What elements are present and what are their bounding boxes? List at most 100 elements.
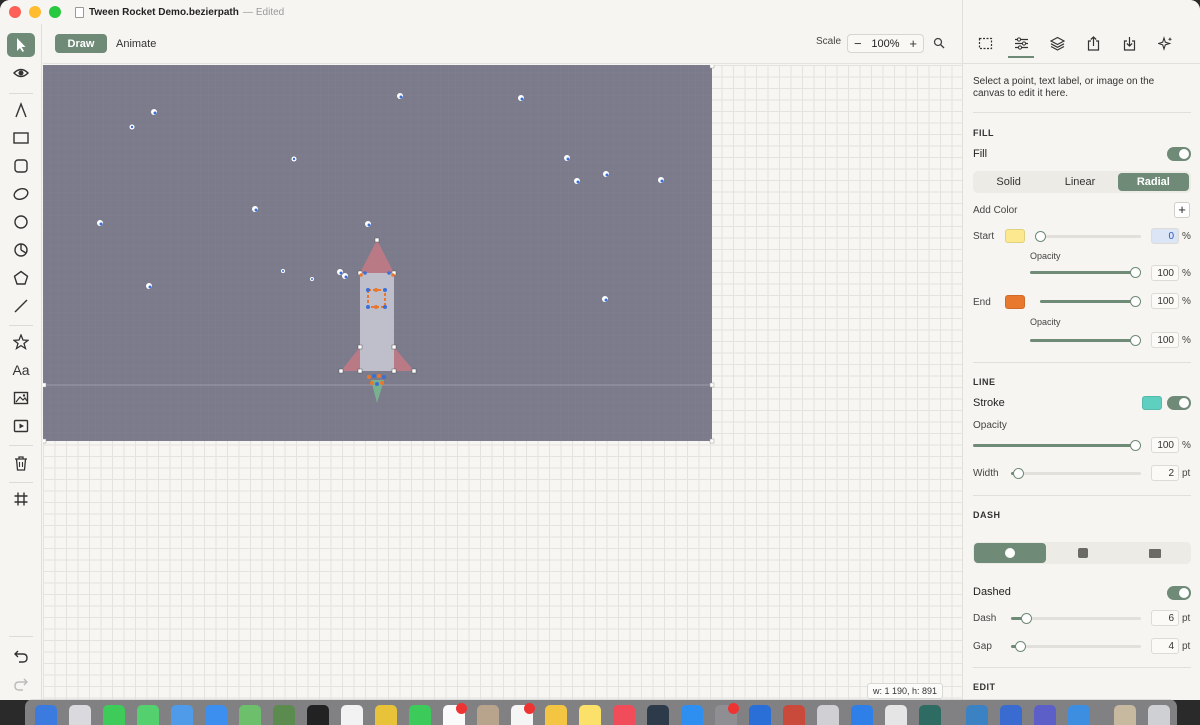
facetime-icon[interactable] bbox=[409, 705, 431, 725]
fill-type-radial[interactable]: Radial bbox=[1117, 173, 1189, 191]
photos-icon[interactable] bbox=[341, 705, 363, 725]
end-opacity-slider[interactable] bbox=[1030, 335, 1141, 346]
dash-length-field[interactable]: 6 bbox=[1151, 610, 1179, 626]
messages-icon[interactable] bbox=[137, 705, 159, 725]
robot-app-icon[interactable] bbox=[1000, 705, 1022, 725]
music-icon[interactable] bbox=[613, 705, 635, 725]
globe-app-icon[interactable] bbox=[273, 705, 295, 725]
stroke-color-swatch[interactable] bbox=[1142, 396, 1162, 410]
text-icon: Aa bbox=[12, 362, 30, 378]
pencil-app-icon[interactable] bbox=[375, 705, 397, 725]
docker-icon[interactable] bbox=[966, 705, 988, 725]
rectangle-tool[interactable] bbox=[7, 126, 35, 150]
teams-icon[interactable] bbox=[1034, 705, 1056, 725]
scale-value[interactable]: 100% bbox=[871, 38, 899, 50]
tab-share[interactable] bbox=[1081, 32, 1105, 54]
width-slider[interactable] bbox=[1011, 468, 1141, 479]
rounded-square-icon bbox=[14, 159, 28, 173]
ellipse-tool[interactable] bbox=[7, 182, 35, 206]
stickies-icon[interactable] bbox=[545, 705, 567, 725]
bezier-app-icon[interactable] bbox=[919, 705, 941, 725]
notes-icon[interactable] bbox=[579, 705, 601, 725]
gap-slider[interactable] bbox=[1011, 641, 1141, 652]
fill-type-solid[interactable]: Solid bbox=[973, 171, 1044, 193]
stroke-opacity-field[interactable]: 100 bbox=[1151, 437, 1179, 453]
gap-field[interactable]: 4 bbox=[1151, 638, 1179, 654]
mail-icon[interactable] bbox=[171, 705, 193, 725]
app-store-icon[interactable] bbox=[681, 705, 703, 725]
section-divider bbox=[973, 112, 1191, 113]
end-position-field[interactable]: 100 bbox=[1151, 293, 1179, 309]
downloads-stack-icon[interactable] bbox=[1114, 705, 1136, 725]
line-tool[interactable] bbox=[7, 294, 35, 318]
safari-icon[interactable] bbox=[205, 705, 227, 725]
add-color-button[interactable]: + bbox=[1174, 202, 1190, 218]
stroke-toggle[interactable] bbox=[1167, 396, 1191, 410]
stroke-opacity-slider[interactable] bbox=[973, 440, 1141, 451]
document-icon bbox=[75, 6, 84, 18]
whatsapp-icon[interactable] bbox=[103, 705, 125, 725]
draw-mode-button[interactable]: Draw bbox=[55, 34, 107, 53]
delete-tool[interactable] bbox=[7, 451, 35, 475]
pie-tool[interactable] bbox=[7, 238, 35, 262]
quicktime-icon[interactable] bbox=[851, 705, 873, 725]
grid-tool[interactable] bbox=[7, 487, 35, 511]
fill-type-linear[interactable]: Linear bbox=[1044, 171, 1115, 193]
cap-square-option[interactable] bbox=[1047, 542, 1119, 564]
trash-icon[interactable] bbox=[1148, 705, 1170, 725]
width-field[interactable]: 2 bbox=[1151, 465, 1179, 481]
preview-tool[interactable] bbox=[7, 61, 35, 85]
animate-mode-button[interactable]: Animate bbox=[116, 34, 156, 53]
zoom-out-button[interactable]: − bbox=[854, 36, 862, 51]
minimize-button[interactable] bbox=[29, 6, 41, 18]
fill-toggle[interactable] bbox=[1167, 147, 1191, 161]
finder-icon[interactable] bbox=[35, 705, 57, 725]
undo-button[interactable] bbox=[7, 644, 35, 668]
xcode-icon[interactable] bbox=[749, 705, 771, 725]
end-position-slider[interactable] bbox=[1040, 296, 1141, 307]
line-section-title: LINE bbox=[973, 377, 996, 387]
image-tool[interactable] bbox=[7, 386, 35, 410]
pen-tool[interactable] bbox=[7, 98, 35, 122]
rounded-rectangle-tool[interactable] bbox=[7, 154, 35, 178]
cap-round-option[interactable] bbox=[974, 543, 1046, 563]
zoom-in-button[interactable]: + bbox=[909, 36, 917, 51]
printer-icon[interactable] bbox=[817, 705, 839, 725]
star-tool[interactable] bbox=[7, 330, 35, 354]
zoom-button[interactable] bbox=[49, 6, 61, 18]
layers-app-icon[interactable] bbox=[647, 705, 669, 725]
redo-button[interactable] bbox=[7, 672, 35, 696]
drawing-canvas[interactable]: w: 1 190, h: 891 bbox=[43, 65, 962, 700]
start-position-slider[interactable] bbox=[1035, 231, 1141, 242]
cap-butt-option[interactable] bbox=[1119, 542, 1191, 564]
help-icon[interactable] bbox=[885, 705, 907, 725]
tab-selection[interactable] bbox=[973, 32, 997, 54]
terminal-icon[interactable] bbox=[307, 705, 329, 725]
close-button[interactable] bbox=[9, 6, 21, 18]
end-opacity-field[interactable]: 100 bbox=[1151, 332, 1179, 348]
tab-effects[interactable] bbox=[1153, 32, 1177, 54]
end-color-swatch[interactable] bbox=[1005, 295, 1025, 309]
tab-import[interactable] bbox=[1117, 32, 1141, 54]
polygon-tool[interactable] bbox=[7, 266, 35, 290]
start-position-field[interactable]: 0 bbox=[1151, 228, 1179, 244]
book-app-icon[interactable] bbox=[783, 705, 805, 725]
start-opacity-slider[interactable] bbox=[1030, 267, 1141, 278]
inspector-panel: Select a point, text label, or image on … bbox=[962, 0, 1200, 700]
video-tool[interactable] bbox=[7, 414, 35, 438]
magnifier-icon[interactable] bbox=[933, 37, 945, 49]
text-tool[interactable]: Aa bbox=[7, 358, 35, 382]
dashed-toggle[interactable] bbox=[1167, 586, 1191, 600]
start-opacity-field[interactable]: 100 bbox=[1151, 265, 1179, 281]
tab-style[interactable] bbox=[1008, 32, 1034, 58]
dash-length-slider[interactable] bbox=[1011, 613, 1141, 624]
start-color-swatch[interactable] bbox=[1005, 229, 1025, 243]
select-tool[interactable] bbox=[7, 33, 35, 57]
launchpad-icon[interactable] bbox=[69, 705, 91, 725]
tab-layers[interactable] bbox=[1045, 32, 1069, 54]
circle-tool[interactable] bbox=[7, 210, 35, 234]
title-bar: Tween Rocket Demo.bezierpath — Edited bbox=[0, 0, 962, 24]
contacts-icon[interactable] bbox=[477, 705, 499, 725]
files-app-icon[interactable] bbox=[1068, 705, 1090, 725]
maps-icon[interactable] bbox=[239, 705, 261, 725]
